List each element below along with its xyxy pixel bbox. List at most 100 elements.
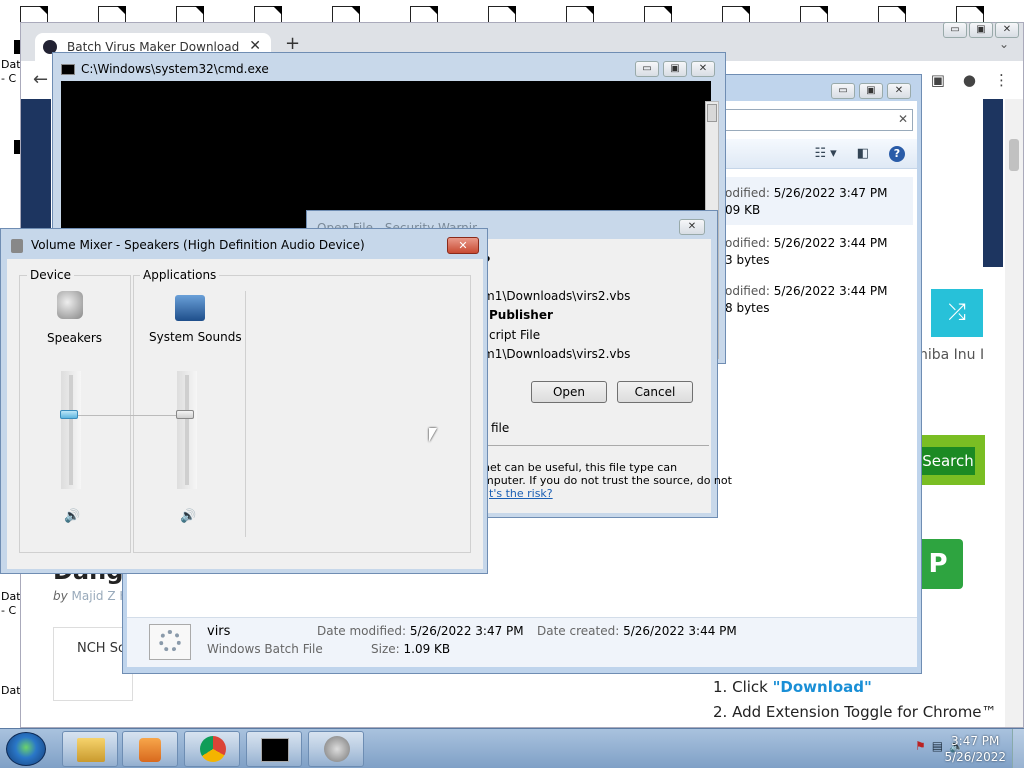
cmd-taskbar-button[interactable] <box>246 731 302 767</box>
clock[interactable]: 3:47 PM 5/26/2022 <box>944 733 1006 765</box>
always-ask-checkbox-label[interactable]: file <box>491 421 509 435</box>
steps-list: 1. Click "Download" 2. Add Extension Tog… <box>713 675 997 725</box>
search-input[interactable]: ✕ <box>725 109 913 131</box>
chrome-taskbar-button[interactable] <box>184 731 240 767</box>
action-center-icon[interactable]: ⚑ <box>915 739 926 753</box>
speakers-icon[interactable] <box>57 291 83 319</box>
size-label: Size: <box>371 642 400 656</box>
clock-time: 3:47 PM <box>951 734 1000 748</box>
media-player-taskbar-button[interactable] <box>122 731 178 767</box>
gear-icon <box>159 630 181 652</box>
menu-icon[interactable]: ⋮ <box>994 71 1009 89</box>
scroll-thumb[interactable] <box>707 104 717 122</box>
file-type-value: cript File <box>489 328 541 342</box>
new-tab-button[interactable]: + <box>285 33 300 54</box>
explorer-taskbar-button[interactable] <box>62 731 118 767</box>
warning-line-1: net can be useful, this file type can <box>483 461 678 474</box>
mixer-title: Volume Mixer - Speakers (High Definition… <box>31 238 365 252</box>
byline: by Majid Z H <box>53 589 128 603</box>
date-modified-value: 5/26/2022 3:47 PM <box>409 624 524 638</box>
desktop-icon-label: Dat <box>1 58 21 71</box>
start-button[interactable] <box>6 732 46 766</box>
minimize-button[interactable]: ▭ <box>831 83 855 99</box>
close-button[interactable]: ✕ <box>887 83 911 99</box>
modified-label: odified: <box>725 284 770 298</box>
clear-search-icon[interactable]: ✕ <box>898 112 908 126</box>
divider <box>483 445 709 446</box>
preview-pane-icon[interactable]: ◧ <box>857 146 869 162</box>
speakers-volume-slider[interactable] <box>61 371 81 489</box>
step-item: 1. Click "Download" <box>713 675 997 700</box>
close-button[interactable]: ✕ <box>691 61 715 77</box>
tab-search-button[interactable]: ⌄ <box>999 37 1009 51</box>
modified-label: odified: <box>725 236 770 250</box>
minimize-button[interactable]: ▭ <box>943 22 967 38</box>
system-sounds-volume-slider[interactable] <box>177 371 197 489</box>
warning-line-2: mputer. If you do not trust the source, … <box>483 474 732 487</box>
speaker-app-icon <box>11 239 23 253</box>
maximize-button[interactable]: ▣ <box>663 61 687 77</box>
step-number: 2. <box>713 703 728 721</box>
publisher-value: Publisher <box>489 308 553 322</box>
volume-mixer-taskbar-button[interactable] <box>308 731 364 767</box>
search-button[interactable]: Search <box>921 447 975 475</box>
level-link-line <box>77 414 181 416</box>
download-link[interactable]: "Download" <box>773 678 872 696</box>
close-button[interactable]: ✕ <box>995 22 1019 38</box>
shuffle-icon[interactable]: ⤮ <box>931 289 983 337</box>
media-player-icon <box>139 738 161 762</box>
slider-groove <box>185 375 189 485</box>
file-row[interactable]: odified: 5/26/2022 3:47 PM 09 KB <box>721 177 913 225</box>
author-link[interactable]: Majid Z H <box>72 589 129 603</box>
slider-groove <box>69 375 73 485</box>
back-arrow-icon[interactable]: ← <box>33 69 48 90</box>
modified-label: odified: <box>725 186 770 200</box>
separator <box>245 291 246 537</box>
network-icon[interactable]: ▤ <box>932 739 943 753</box>
desktop-icon-label: - C <box>1 72 17 85</box>
nch-tab[interactable]: NCH So <box>77 641 126 656</box>
speakers-slider-thumb[interactable] <box>60 409 78 419</box>
details-pane: virs Windows Batch File Date modified: 5… <box>127 617 917 667</box>
step-item: 2. Add Extension Toggle for Chrome™ <box>713 700 997 725</box>
date-created-label: Date created: <box>537 624 620 638</box>
folder-icon <box>77 738 105 762</box>
ticker-text: hiba Inu I <box>919 347 985 363</box>
view-icon[interactable]: ☷ <box>815 146 827 162</box>
sidepanel-icon[interactable]: ▣ <box>931 71 945 89</box>
minimize-button[interactable]: ▭ <box>635 61 659 77</box>
from-value: m1\Downloads\virs2.vbs <box>483 347 631 361</box>
modified-value: 5/26/2022 3:44 PM <box>773 284 888 298</box>
taskbar: ⚑ ▤ 🔈 3:47 PM 5/26/2022 <box>0 728 1024 768</box>
open-button[interactable]: Open <box>531 381 607 403</box>
file-row[interactable]: odified: 5/26/2022 3:44 PM 3 bytes <box>721 233 913 281</box>
close-button[interactable]: ✕ <box>679 219 705 235</box>
speakers-mute-icon[interactable]: 🔊 <box>64 509 80 524</box>
whats-the-risk-link[interactable]: t's the risk? <box>489 487 553 500</box>
date-modified-label: Date modified: <box>317 624 407 638</box>
system-sounds-label: System Sounds <box>149 330 242 344</box>
cancel-button[interactable]: Cancel <box>617 381 693 403</box>
page-scrollbar[interactable] <box>1005 99 1023 727</box>
chrome-icon <box>200 736 226 762</box>
system-sounds-slider-thumb[interactable] <box>176 409 194 419</box>
speakers-label: Speakers <box>47 331 103 345</box>
device-label: Device <box>27 268 75 282</box>
system-sounds-mute-icon[interactable]: 🔊 <box>180 509 196 524</box>
help-icon[interactable]: ? <box>889 146 905 162</box>
scroll-thumb[interactable] <box>1009 139 1019 171</box>
volume-mixer-window: Volume Mixer - Speakers (High Definition… <box>0 228 488 574</box>
view-dropdown-icon[interactable]: ▾ <box>830 146 837 162</box>
step-text: Click <box>732 678 773 696</box>
batch-file-icon <box>149 624 191 660</box>
show-desktop-button[interactable] <box>1012 729 1024 768</box>
file-name: virs <box>207 624 231 639</box>
file-row[interactable]: odified: 5/26/2022 3:44 PM 8 bytes <box>721 281 913 329</box>
modified-value: 5/26/2022 3:47 PM <box>773 186 888 200</box>
maximize-button[interactable]: ▣ <box>969 22 993 38</box>
close-button[interactable]: ✕ <box>447 237 479 254</box>
profile-icon[interactable]: ● <box>963 71 976 89</box>
system-sounds-icon[interactable] <box>175 295 205 321</box>
modified-value: 5/26/2022 3:44 PM <box>773 236 888 250</box>
maximize-button[interactable]: ▣ <box>859 83 883 99</box>
